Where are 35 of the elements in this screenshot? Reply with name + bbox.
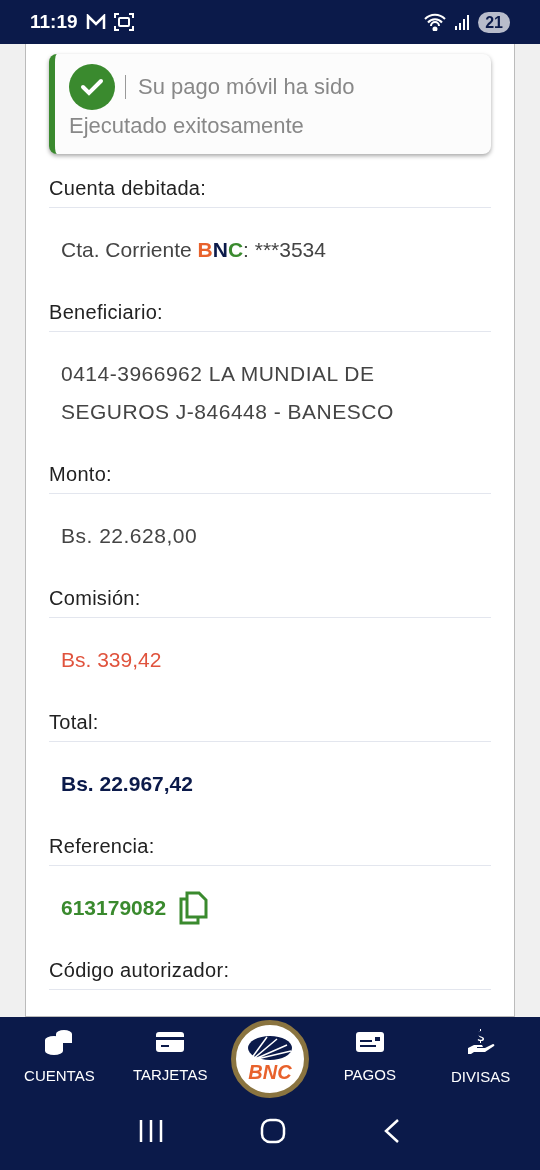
field-value: Bs. 22.628,00 xyxy=(60,523,199,549)
reference-number: 613179082 xyxy=(61,895,167,921)
clock: 11:19 xyxy=(30,9,78,34)
field-value: Cta. Corriente BNC: ***3534 xyxy=(60,237,327,263)
home-icon[interactable] xyxy=(260,1118,286,1144)
id-card-icon xyxy=(354,1030,385,1055)
signal-icon xyxy=(454,14,471,30)
nav-tab[interactable]: DIVISAS xyxy=(430,1028,531,1089)
logo-text: BNC xyxy=(248,1060,292,1083)
field-value: Bs. 339,42 xyxy=(60,647,163,673)
field-label: Beneficiario: xyxy=(49,298,491,332)
field-label: Código autorizador: xyxy=(49,956,491,990)
battery-indicator: 21 xyxy=(478,11,510,33)
field-value: Bs. 22.967,42 xyxy=(60,771,194,797)
field-label: Comisión: xyxy=(49,584,491,618)
field-label: Cuenta debitada: xyxy=(49,174,491,208)
globe-logo-icon xyxy=(247,1034,293,1061)
toast-title: Su pago móvil ha sido xyxy=(125,75,355,99)
toast-message: Ejecutado exitosamente xyxy=(69,112,305,140)
nav-tab[interactable]: PAGOS xyxy=(319,1030,420,1087)
checkmark-icon xyxy=(69,64,115,110)
nav-tab[interactable]: TARJETAS xyxy=(120,1030,221,1087)
copy-icon[interactable] xyxy=(178,891,209,925)
recent-apps-icon[interactable] xyxy=(138,1119,164,1143)
nav-tab[interactable]: CUENTAS xyxy=(9,1029,110,1088)
wifi-icon xyxy=(424,13,447,31)
field-label: Total: xyxy=(49,708,491,742)
coins-icon xyxy=(44,1029,75,1056)
screenshot-icon xyxy=(113,13,134,31)
hand-dollar-icon xyxy=(465,1028,496,1057)
field-value: 0414-3966962 LA MUNDIAL DE SEGUROS J-846448 - BANESCO xyxy=(60,361,395,425)
credit-card-icon xyxy=(155,1030,186,1055)
mail-icon xyxy=(85,14,106,30)
field-label: Monto: xyxy=(49,460,491,494)
field-label: Referencia: xyxy=(49,832,491,866)
